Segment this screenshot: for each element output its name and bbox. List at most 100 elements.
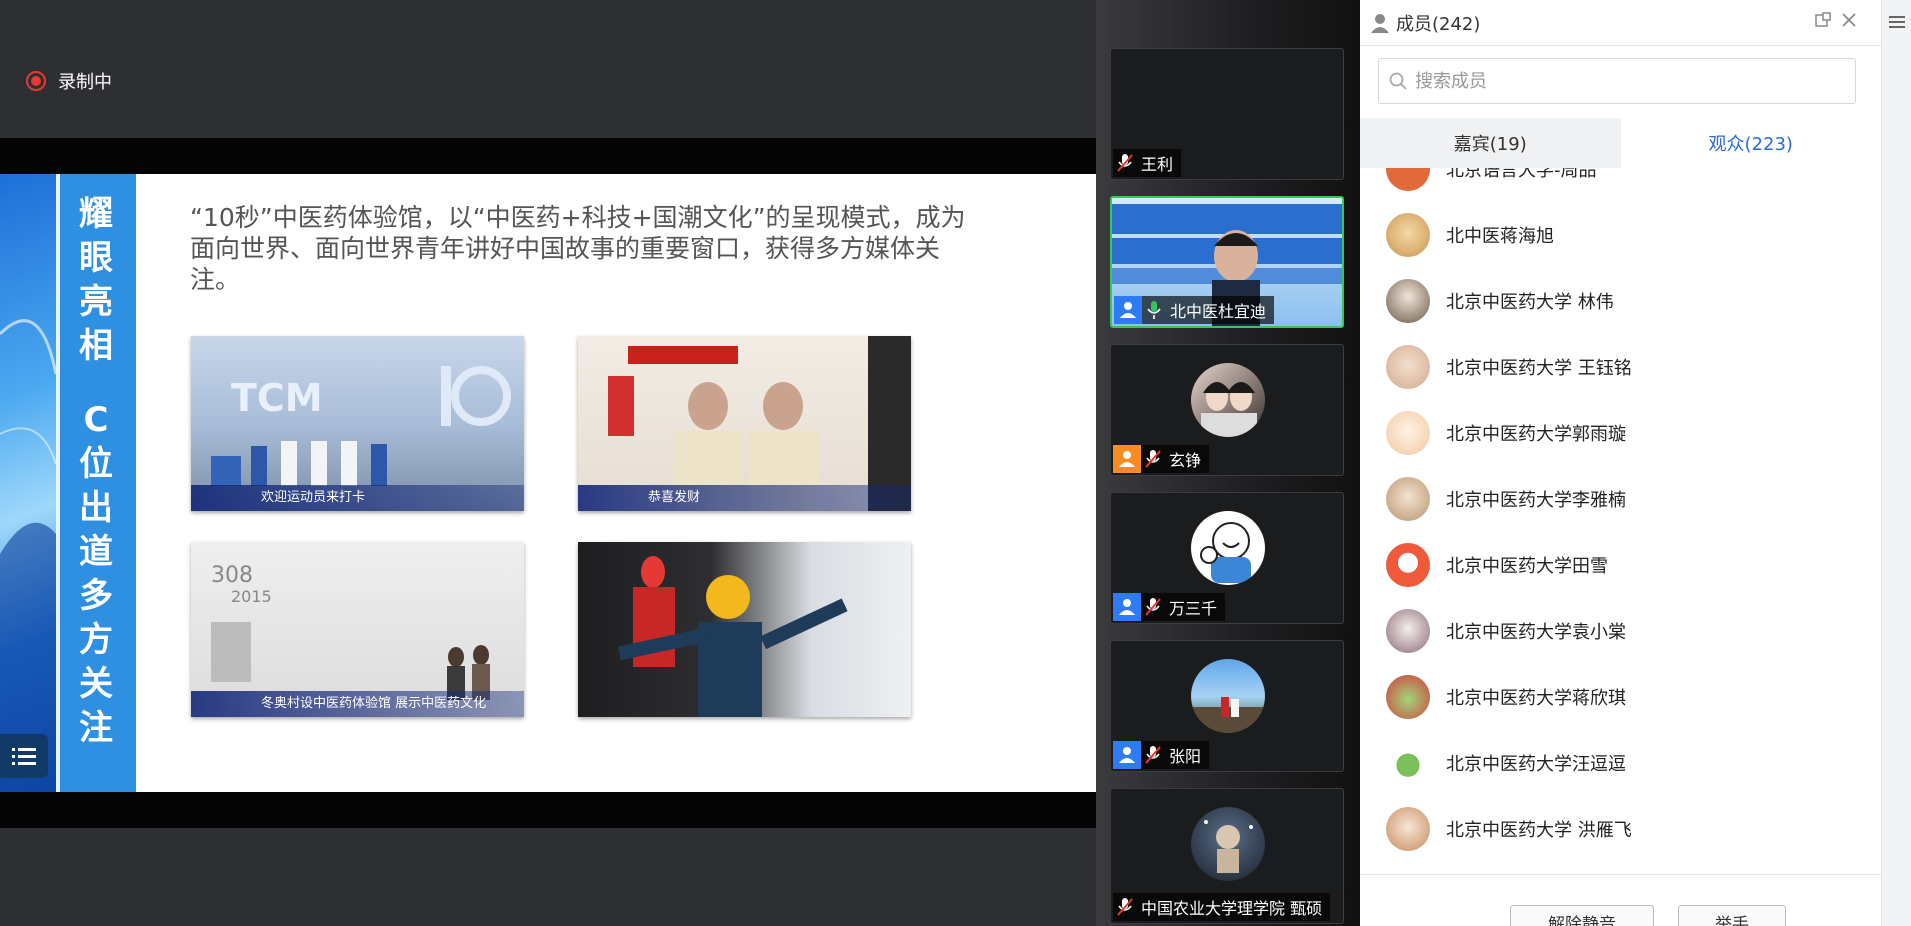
main-stage: 录制中 耀 眼 亮 相 C 位 出 道 多 方 关 注 “10秒”中医药体验馆，… [0, 0, 1096, 926]
list-item[interactable]: 北京中医药大学袁小棠 [1360, 598, 1881, 664]
shared-slide: 耀 眼 亮 相 C 位 出 道 多 方 关 注 “10秒”中医药体验馆，以“中医… [0, 174, 1096, 792]
avatar [1386, 609, 1430, 653]
member-name: 北京中医药大学田雪 [1446, 556, 1608, 577]
video-tile-active-speaker[interactable]: 北中医杜宜迪 [1110, 196, 1344, 328]
member-name: 北京中医药大学 洪雁飞 [1446, 820, 1632, 841]
panel-footer: 解除静音 举手 [1360, 874, 1881, 926]
member-name: 北京中医药大学蒋欣琪 [1446, 688, 1626, 709]
member-name: 北京中医药大学汪逗逗 [1446, 754, 1626, 775]
svg-text:308: 308 [211, 563, 253, 588]
panel-title: 成员(242) [1396, 13, 1481, 35]
mic-muted-icon [1113, 893, 1137, 921]
member-name: 北京中医药大学李雅楠 [1446, 490, 1626, 511]
photo-caption: 冬奥村设中医药体验馆 展示中医药文化 [191, 691, 524, 717]
list-item[interactable]: 北京中医药大学 林伟 [1360, 268, 1881, 334]
video-tile[interactable]: 张阳 [1110, 640, 1344, 772]
avatar [1386, 279, 1430, 323]
user-icon [1113, 593, 1141, 621]
slide-vertical-title: 耀 眼 亮 相 C 位 出 道 多 方 关 注 [79, 194, 113, 748]
photo-caption: 欢迎运动员来打卡 [191, 485, 524, 511]
member-name: 北京中医药大学 林伟 [1446, 292, 1614, 313]
mic-muted-icon [1141, 445, 1165, 473]
raise-hand-button[interactable]: 举手 [1678, 905, 1786, 926]
member-name: 北京中医药大学 王钰铭 [1446, 358, 1632, 379]
member-name: 北京语言大学-周品 [1446, 168, 1597, 181]
letterbox-top [0, 138, 1096, 174]
slide-decoration [0, 174, 58, 792]
list-item[interactable]: 北京中医药大学 洪雁飞 [1360, 796, 1881, 862]
user-icon [1113, 445, 1141, 473]
list-item[interactable]: 北京语言大学-周品 [1360, 168, 1881, 202]
user-icon [1113, 741, 1141, 769]
mic-muted-icon [1141, 593, 1165, 621]
tile-label: 万三千 [1113, 593, 1226, 621]
member-name: 北京中医药大学袁小棠 [1446, 622, 1626, 643]
mic-muted-icon [1113, 149, 1137, 177]
member-search[interactable] [1378, 58, 1856, 104]
avatar [1386, 168, 1430, 191]
photo-caption: 恭喜发财 [578, 485, 911, 511]
svg-text:TCM: TCM [231, 376, 323, 420]
list-item[interactable]: 北京中医药大学 王钰铭 [1360, 334, 1881, 400]
video-tile[interactable]: 玄铮 [1110, 344, 1344, 476]
letterbox-bottom [0, 792, 1096, 828]
list-item[interactable]: 北京中医药大学田雪 [1360, 532, 1881, 598]
tile-name: 北中医杜宜迪 [1170, 302, 1267, 321]
unmute-button[interactable]: 解除静音 [1510, 905, 1654, 926]
popout-icon[interactable] [1815, 12, 1831, 33]
member-name: 北京中医药大学郭雨璇 [1446, 424, 1626, 445]
list-item[interactable]: 北京中医药大学汪逗逗 [1360, 730, 1881, 796]
video-tile[interactable]: 王利 [1110, 48, 1344, 180]
members-icon [1371, 13, 1389, 33]
close-icon[interactable] [1841, 12, 1857, 33]
tile-label: 北中医杜宜迪 [1114, 296, 1275, 324]
avatar [1191, 807, 1265, 881]
tab-audience[interactable]: 观众(223) [1620, 118, 1881, 168]
avatar [1191, 363, 1265, 437]
tile-label: 王利 [1113, 149, 1182, 177]
avatar [1386, 411, 1430, 455]
slide-menu-button[interactable] [0, 734, 48, 778]
video-tile[interactable]: 中国农业大学理学院 甄硕 [1110, 788, 1344, 924]
video-tiles-column: 王利 北中医杜宜迪 玄铮 万三千 张阳 中国农业大学理学院 甄硕 [1096, 0, 1360, 926]
svg-text:2015: 2015 [231, 587, 272, 606]
recording-label: 录制中 [58, 72, 112, 93]
tab-guests[interactable]: 嘉宾(19) [1360, 118, 1621, 168]
slide-photo-3: 308 2015 冬奥村设中医药体验馆 展示中医药文化 [191, 542, 524, 717]
mic-active-icon [1142, 296, 1166, 324]
tile-label: 中国农业大学理学院 甄硕 [1113, 893, 1331, 921]
list-item[interactable]: 北中医蒋海旭 [1360, 202, 1881, 268]
member-list[interactable]: 北京语言大学-周品 北中医蒋海旭 北京中医药大学 林伟 北京中医药大学 王钰铭 … [1360, 168, 1881, 874]
tile-name: 王利 [1141, 155, 1174, 174]
video-tile[interactable]: 万三千 [1110, 492, 1344, 624]
avatar [1191, 659, 1265, 733]
list-item[interactable]: 北京中医药大学郭雨璇 [1360, 400, 1881, 466]
avatar [1386, 741, 1430, 785]
avatar [1386, 675, 1430, 719]
slide-photo-1: TCM 欢迎运动员来打卡 [191, 336, 524, 511]
avatar [1386, 345, 1430, 389]
list-icon [12, 748, 36, 765]
slide-body-text: “10秒”中医药体验馆，以“中医药+科技+国潮文化”的呈现模式，成为面向世界、面… [190, 203, 966, 294]
tile-name: 万三千 [1169, 599, 1218, 618]
slide-photo-2: 恭喜发财 [578, 336, 911, 511]
search-icon [1389, 72, 1407, 90]
tile-name: 张阳 [1169, 747, 1202, 766]
menu-icon[interactable] [1889, 14, 1905, 34]
member-tabs: 嘉宾(19) 观众(223) [1360, 118, 1881, 168]
tile-name: 玄铮 [1169, 451, 1202, 470]
user-icon [1114, 296, 1142, 324]
avatar [1386, 543, 1430, 587]
tile-name: 中国农业大学理学院 甄硕 [1141, 899, 1323, 918]
list-item[interactable]: 北京中医药大学蒋欣琪 [1360, 664, 1881, 730]
search-input[interactable] [1415, 70, 1835, 92]
avatar [1386, 213, 1430, 257]
avatar [1386, 477, 1430, 521]
tile-label: 玄铮 [1113, 445, 1210, 473]
recording-indicator: 录制中 [26, 68, 112, 94]
meeting-window: 录制中 耀 眼 亮 相 C 位 出 道 多 方 关 注 “10秒”中医药体验馆，… [0, 0, 1911, 926]
list-item[interactable]: 北京中医药大学李雅楠 [1360, 466, 1881, 532]
panel-header: 成员(242) [1360, 0, 1911, 46]
mic-muted-icon [1141, 741, 1165, 769]
side-toolbar [1881, 0, 1911, 926]
